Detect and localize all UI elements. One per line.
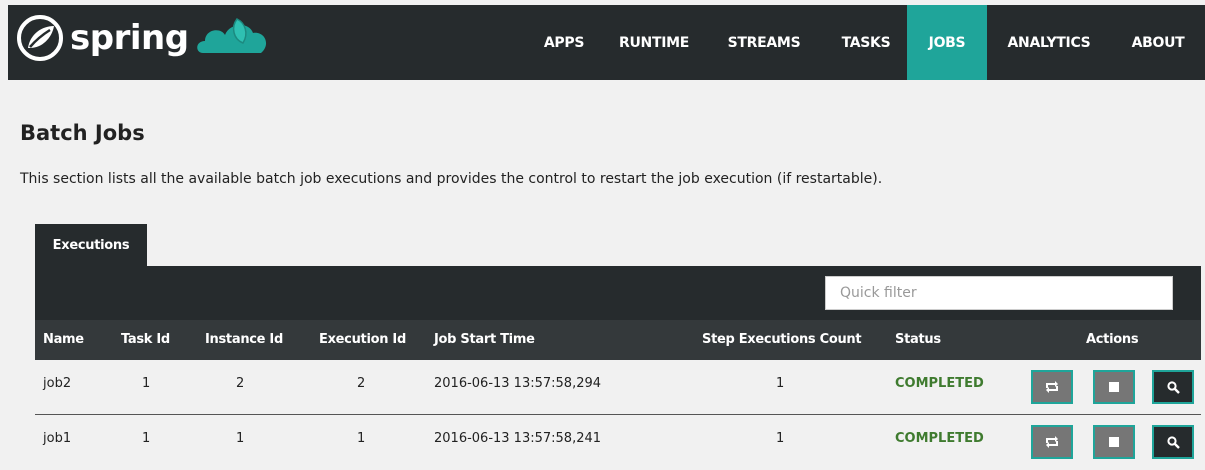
restart-icon [1046,436,1058,448]
col-job-start-time[interactable]: Job Start Time [434,320,535,360]
col-status[interactable]: Status [895,320,941,360]
filter-panel [35,266,1201,320]
stop-button[interactable] [1093,370,1135,404]
step-executions-count: 1 [776,431,785,446]
stop-icon [1109,437,1119,447]
nav-jobs[interactable]: JOBS [907,5,987,80]
table-header: Name Task Id Instance Id Execution Id Jo… [35,320,1201,360]
job-name[interactable]: job2 [43,376,71,391]
instance-id: 1 [236,431,245,446]
restart-icon [1046,381,1058,393]
job-start-time: 2016-06-13 13:57:58,294 [434,376,602,391]
table-row: job2 1 2 2 2016-06-13 13:57:58,294 1 COM… [35,360,1201,412]
top-navbar: spring APPS RUNTIME STREAMS TASKS JOBS A… [8,5,1205,80]
col-step-executions-count[interactable]: Step Executions Count [702,320,862,360]
stop-icon [1109,382,1119,392]
nav-runtime[interactable]: RUNTIME [605,5,703,80]
spring-leaf-icon [17,15,63,61]
spring-logo[interactable]: spring [16,13,273,63]
status-badge: COMPLETED [895,431,984,446]
col-task-id[interactable]: Task Id [121,320,170,360]
restart-button[interactable] [1031,425,1073,459]
col-instance-id[interactable]: Instance Id [205,320,283,360]
stop-button[interactable] [1093,425,1135,459]
restart-button[interactable] [1031,370,1073,404]
search-icon [1166,435,1180,449]
job-name[interactable]: job1 [43,431,71,446]
brand-name: spring [70,18,189,58]
view-details-button[interactable] [1152,370,1194,404]
col-actions: Actions [1086,332,1139,347]
table-row: job1 1 1 1 2016-06-13 13:57:58,241 1 COM… [35,414,1201,468]
nav-analytics[interactable]: ANALYTICS [987,5,1111,80]
page-description: This section lists all the available bat… [20,171,883,187]
nav-streams[interactable]: STREAMS [703,5,825,80]
nav-tasks[interactable]: TASKS [825,5,907,80]
page-title: Batch Jobs [20,121,145,145]
quick-filter-input[interactable] [825,276,1173,310]
tab-executions[interactable]: Executions [35,224,147,266]
search-icon [1166,380,1180,394]
nav-apps[interactable]: APPS [523,5,605,80]
step-executions-count: 1 [776,376,785,391]
execution-id: 2 [357,376,366,391]
col-execution-id[interactable]: Execution Id [319,320,406,360]
instance-id: 2 [236,376,245,391]
status-badge: COMPLETED [895,376,984,391]
task-id: 1 [142,431,151,446]
col-name[interactable]: Name [43,320,84,360]
cloud-leaf-icon [196,18,266,53]
nav-about[interactable]: ABOUT [1111,5,1205,80]
job-start-time: 2016-06-13 13:57:58,241 [434,431,602,446]
task-id: 1 [142,376,151,391]
view-details-button[interactable] [1152,425,1194,459]
execution-id: 1 [357,431,366,446]
